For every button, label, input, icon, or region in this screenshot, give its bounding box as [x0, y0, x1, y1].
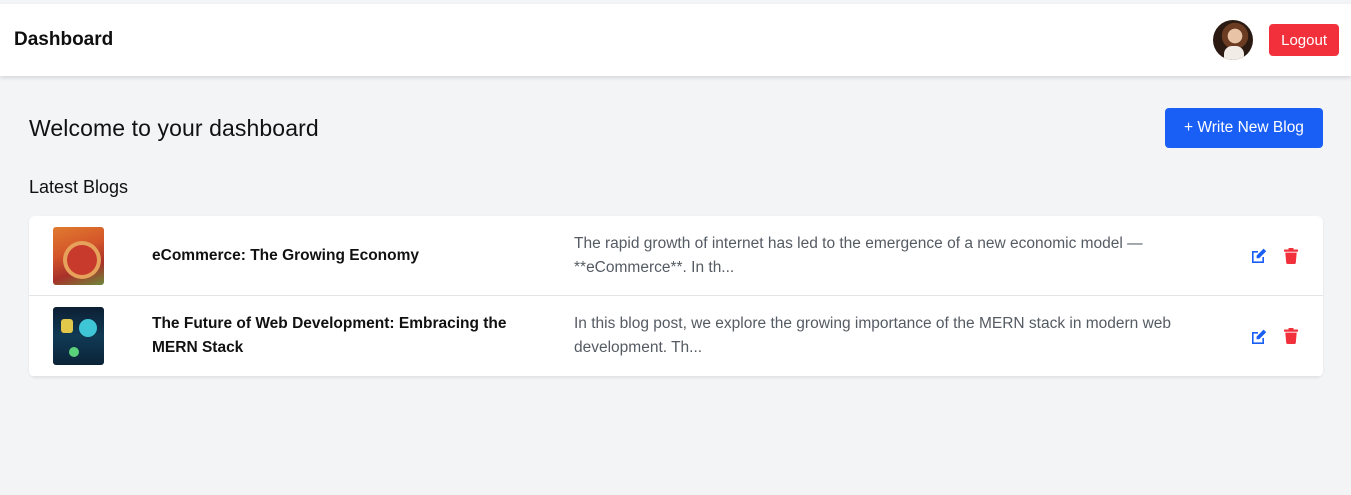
- trash-icon[interactable]: [1283, 328, 1299, 344]
- blog-excerpt: In this blog post, we explore the growin…: [574, 315, 1172, 356]
- dashboard-header: Welcome to your dashboard + Write New Bl…: [29, 108, 1323, 148]
- avatar[interactable]: [1213, 20, 1254, 60]
- latest-blogs-heading: Latest Blogs: [29, 177, 129, 197]
- page-title: Welcome to your dashboard: [29, 114, 319, 141]
- blog-actions: [1251, 328, 1299, 344]
- trash-icon[interactable]: [1283, 247, 1299, 264]
- blog-row: eCommerce: The Growing Economy The rapid…: [29, 216, 1323, 296]
- blog-thumbnail[interactable]: [53, 307, 104, 365]
- blog-title[interactable]: eCommerce: The Growing Economy: [152, 244, 532, 268]
- blog-excerpt: The rapid growth of internet has led to …: [574, 234, 1143, 276]
- blog-row: The Future of Web Development: Embracing…: [29, 296, 1323, 377]
- app-title: Dashboard: [14, 29, 114, 50]
- logout-button[interactable]: Logout: [1269, 24, 1339, 56]
- edit-icon[interactable]: [1251, 248, 1267, 264]
- blog-thumbnail[interactable]: [53, 226, 104, 285]
- blog-title[interactable]: The Future of Web Development: Embracing…: [152, 312, 532, 360]
- top-navbar: Dashboard Logout: [0, 4, 1351, 76]
- blog-list: eCommerce: The Growing Economy The rapid…: [29, 216, 1323, 377]
- blog-actions: [1251, 247, 1299, 264]
- edit-icon[interactable]: [1251, 328, 1267, 344]
- navbar-actions: Logout: [1213, 20, 1339, 60]
- dashboard-content: Welcome to your dashboard + Write New Bl…: [29, 108, 1323, 377]
- write-new-blog-button[interactable]: + Write New Blog: [1165, 108, 1323, 148]
